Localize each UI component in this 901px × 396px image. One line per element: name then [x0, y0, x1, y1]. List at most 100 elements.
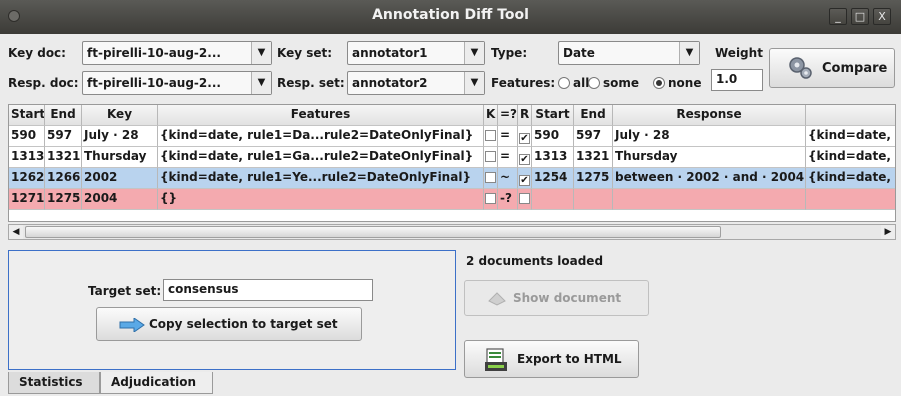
features-label: Features:: [491, 76, 556, 90]
minimize-button[interactable]: _: [829, 8, 847, 25]
table-row[interactable]: 1313 1321 Thursday {kind=date, rule1=Ga.…: [9, 147, 895, 168]
radio-selected-icon: [653, 77, 665, 89]
key-set-label: Key set:: [277, 46, 333, 60]
match-cell: =: [498, 126, 518, 147]
key-text-cell: 2004: [82, 189, 158, 210]
key-end-cell: 1321: [45, 147, 82, 168]
features-all-radio[interactable]: all: [558, 76, 589, 90]
tab-statistics[interactable]: Statistics: [8, 372, 100, 394]
key-set-value: annotator1: [352, 46, 428, 60]
export-html-button[interactable]: Export to HTML: [464, 340, 639, 378]
weight-input[interactable]: 1.0: [711, 69, 763, 91]
checkbox-icon: [485, 151, 496, 162]
type-select[interactable]: Date ▼: [558, 41, 700, 65]
col-header-key[interactable]: Key: [82, 105, 158, 126]
key-doc-value: ft-pirelli-10-aug-2...: [87, 46, 221, 60]
scroll-right-icon[interactable]: ▶: [881, 225, 895, 239]
match-cell: =: [498, 147, 518, 168]
resp-features-cell: {kind=date, ru: [806, 126, 895, 147]
target-set-label: Target set:: [88, 284, 162, 298]
match-cell: -?: [498, 189, 518, 210]
key-text-cell: July · 28: [82, 126, 158, 147]
key-end-cell: 597: [45, 126, 82, 147]
annotation-diff-window: Annotation Diff Tool _ □ X Key doc: ft-p…: [0, 0, 901, 396]
scrollbar-thumb[interactable]: [25, 226, 721, 238]
features-some-radio[interactable]: some: [588, 76, 639, 90]
radio-icon: [558, 77, 570, 89]
key-checkbox[interactable]: [484, 189, 498, 210]
col-header-start[interactable]: Start: [9, 105, 45, 126]
chevron-down-icon: ▼: [679, 42, 699, 64]
checkbox-icon: [485, 172, 496, 183]
col-header-r[interactable]: R: [518, 105, 532, 126]
col-header-k[interactable]: K: [484, 105, 498, 126]
compare-button[interactable]: Compare: [769, 48, 895, 88]
resp-set-label: Resp. set:: [277, 76, 345, 90]
maximize-button[interactable]: □: [851, 8, 869, 25]
col-header-resp-start[interactable]: Start: [532, 105, 574, 126]
table-row[interactable]: 590 597 July · 28 {kind=date, rule1=Da..…: [9, 126, 895, 147]
features-none-radio[interactable]: none: [653, 76, 701, 90]
scroll-left-icon[interactable]: ◀: [9, 225, 23, 239]
resp-doc-label: Resp. doc:: [8, 76, 79, 90]
col-header-features[interactable]: Features: [158, 105, 484, 126]
table-row-missing[interactable]: 1271 1275 2004 {} -?: [9, 189, 895, 210]
key-doc-select[interactable]: ft-pirelli-10-aug-2... ▼: [82, 41, 272, 65]
resp-set-value: annotator2: [352, 76, 428, 90]
col-header-resp-features[interactable]: [806, 105, 895, 126]
key-start-cell: 1313: [9, 147, 45, 168]
key-features-cell: {kind=date, rule1=Ye...rule2=DateOnlyFin…: [158, 168, 484, 189]
col-header-match[interactable]: =?: [498, 105, 518, 126]
resp-end-cell: [574, 189, 613, 210]
resp-checkbox[interactable]: [518, 189, 532, 210]
resp-doc-select[interactable]: ft-pirelli-10-aug-2... ▼: [82, 71, 272, 95]
col-header-end[interactable]: End: [45, 105, 82, 126]
resp-set-select[interactable]: annotator2 ▼: [347, 71, 485, 95]
export-icon: [485, 348, 507, 375]
show-document-label: Show document: [513, 291, 622, 305]
resp-checkbox[interactable]: ✔: [518, 126, 532, 147]
features-none-label: none: [668, 76, 702, 90]
checkbox-checked-icon: ✔: [519, 175, 530, 186]
resp-checkbox[interactable]: ✔: [518, 168, 532, 189]
resp-features-cell: {kind=date, ru: [806, 168, 895, 189]
resp-features-cell: [806, 189, 895, 210]
resp-start-cell: 1254: [532, 168, 574, 189]
horizontal-scrollbar[interactable]: ◀ ▶: [8, 224, 896, 240]
key-checkbox[interactable]: [484, 126, 498, 147]
chevron-down-icon: ▼: [464, 72, 484, 94]
arrow-right-icon: [119, 317, 145, 335]
key-start-cell: 1262: [9, 168, 45, 189]
key-checkbox[interactable]: [484, 147, 498, 168]
copy-selection-button[interactable]: Copy selection to target set: [96, 307, 362, 341]
compare-label: Compare: [822, 61, 888, 76]
table-row-selected[interactable]: 1262 1266 2002 {kind=date, rule1=Ye...ru…: [9, 168, 895, 189]
checkbox-icon: [519, 193, 530, 204]
export-html-label: Export to HTML: [517, 352, 622, 366]
chevron-down-icon: ▼: [251, 72, 271, 94]
gears-icon: [786, 55, 814, 85]
close-button[interactable]: X: [873, 8, 891, 25]
diff-table[interactable]: Start End Key Features K =? R Start End …: [8, 104, 896, 222]
key-set-select[interactable]: annotator1 ▼: [347, 41, 485, 65]
key-start-cell: 590: [9, 126, 45, 147]
radio-icon: [588, 77, 600, 89]
col-header-resp-end[interactable]: End: [574, 105, 613, 126]
table-header: Start End Key Features K =? R Start End …: [9, 105, 895, 126]
key-checkbox[interactable]: [484, 168, 498, 189]
tab-adjudication[interactable]: Adjudication: [100, 372, 213, 394]
checkbox-icon: [485, 193, 496, 204]
target-set-input[interactable]: consensus: [163, 279, 373, 301]
show-document-button[interactable]: Show document: [464, 280, 649, 316]
resp-checkbox[interactable]: ✔: [518, 147, 532, 168]
response-text-cell: [613, 189, 806, 210]
checkbox-checked-icon: ✔: [519, 154, 530, 165]
checkbox-checked-icon: ✔: [519, 133, 530, 144]
col-header-response[interactable]: Response: [613, 105, 806, 126]
window-title: Annotation Diff Tool: [372, 7, 529, 23]
resp-end-cell: 597: [574, 126, 613, 147]
key-doc-label: Key doc:: [8, 46, 66, 60]
weight-label: Weight: [715, 46, 763, 60]
title-bar[interactable]: Annotation Diff Tool _ □ X: [0, 0, 901, 34]
features-all-label: all: [573, 76, 590, 90]
